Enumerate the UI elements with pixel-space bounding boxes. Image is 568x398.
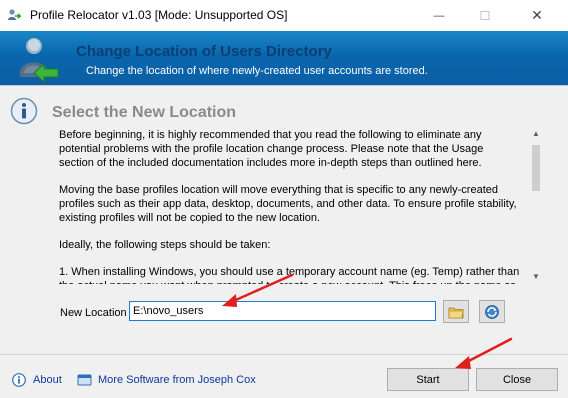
reset-location-button[interactable] [479, 300, 505, 323]
scroll-up-button[interactable]: ▲ [528, 125, 544, 141]
footer-bar: About More Software from Joseph Cox Star… [0, 354, 568, 398]
section-title: Select the New Location [52, 104, 237, 121]
new-location-label: New Location [60, 307, 127, 319]
about-link[interactable]: About [33, 374, 62, 386]
app-icon [8, 9, 21, 20]
description-paragraph: Ideally, the following steps should be t… [59, 239, 271, 251]
maximize-icon: ☐ [479, 8, 491, 23]
window-title: Profile Relocator v1.03 [Mode: Unsupport… [30, 8, 288, 22]
more-software-icon[interactable] [77, 373, 92, 387]
header-subtitle: Change the location of where newly-creat… [86, 65, 428, 77]
main-panel: Select the New Location Before beginning… [0, 86, 568, 354]
description-scrollbar[interactable]: ▲ ▼ [528, 125, 544, 284]
scroll-thumb[interactable] [532, 145, 540, 191]
close-icon: ✕ [531, 7, 543, 23]
description-paragraph: Moving the base profiles location will m… [59, 184, 517, 224]
refresh-globe-icon [485, 304, 499, 319]
title-bar: Profile Relocator v1.03 [Mode: Unsupport… [0, 0, 568, 31]
chevron-down-icon: ▼ [532, 271, 540, 281]
header-banner: Change Location of Users Directory Chang… [0, 31, 568, 85]
description-paragraph: Before beginning, it is highly recommend… [59, 129, 484, 169]
maximize-button[interactable]: ☐ [462, 0, 508, 31]
close-button[interactable]: Close [476, 368, 558, 391]
description-text: Before beginning, it is highly recommend… [59, 128, 521, 284]
close-window-button[interactable]: ✕ [514, 0, 560, 31]
about-info-icon[interactable] [12, 373, 26, 387]
header-title: Change Location of Users Directory [76, 43, 332, 60]
description-textbox[interactable]: Before beginning, it is highly recommend… [54, 125, 544, 284]
scroll-down-button[interactable]: ▼ [528, 268, 544, 284]
start-button[interactable]: Start [387, 368, 469, 391]
more-software-link[interactable]: More Software from Joseph Cox [98, 374, 256, 386]
minimize-button[interactable]: — [416, 0, 462, 31]
info-icon [10, 97, 38, 125]
minimize-icon: — [433, 9, 445, 22]
chevron-up-icon: ▲ [532, 128, 540, 138]
users-arrow-icon [20, 38, 59, 83]
folder-icon [448, 307, 464, 318]
description-paragraph: 1. When installing Windows, you should u… [59, 266, 520, 284]
browse-folder-button[interactable] [443, 300, 469, 323]
new-location-input[interactable] [129, 301, 436, 321]
